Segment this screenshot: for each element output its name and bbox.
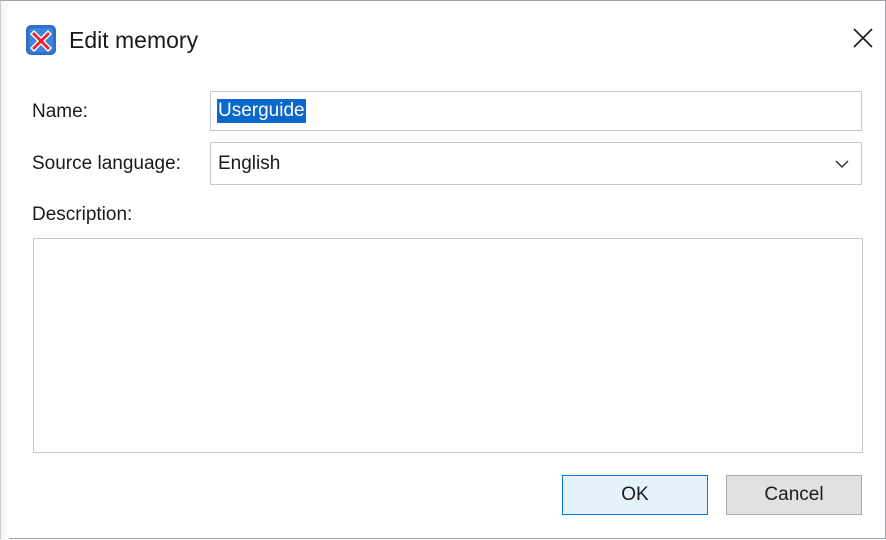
- name-input[interactable]: Userguide: [210, 91, 862, 131]
- name-label: Name:: [32, 101, 88, 122]
- source-language-select[interactable]: English: [210, 142, 862, 185]
- dialog-title: Edit memory: [69, 27, 199, 53]
- description-label: Description:: [32, 204, 133, 225]
- app-logo-icon: [26, 25, 56, 55]
- edit-memory-dialog: Edit memory Name: Userguide Source langu…: [0, 0, 886, 540]
- close-button[interactable]: [843, 21, 883, 59]
- window-edge: [1, 1, 9, 540]
- title-bar: Edit memory: [1, 1, 885, 75]
- chevron-down-icon: [833, 155, 851, 173]
- close-icon: [852, 27, 874, 54]
- ok-button[interactable]: OK: [562, 475, 708, 515]
- source-language-value: English: [218, 153, 281, 174]
- name-value-selected: Userguide: [217, 99, 306, 123]
- source-language-label: Source language:: [32, 153, 181, 174]
- description-textarea[interactable]: [33, 238, 863, 453]
- cancel-button[interactable]: Cancel: [726, 475, 862, 515]
